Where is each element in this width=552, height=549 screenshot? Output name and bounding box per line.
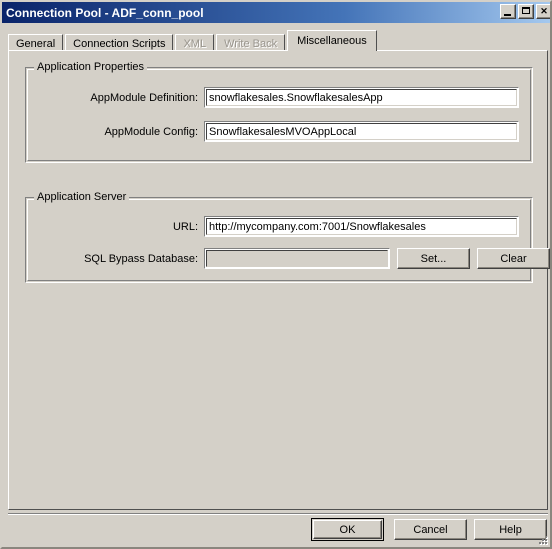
application-properties-group: Application Properties AppModule Definit… [25, 61, 533, 163]
appmodule-config-label: AppModule Config: [104, 126, 198, 138]
ok-button-label: OK [339, 523, 356, 536]
sql-bypass-database-label: SQL Bypass Database: [84, 253, 198, 265]
application-properties-title: Application Properties [34, 61, 148, 73]
maximize-button[interactable] [518, 4, 534, 19]
clear-button-label: Clear [500, 252, 527, 265]
set-button[interactable]: Set... [397, 248, 470, 269]
close-icon: ✕ [540, 6, 548, 16]
cancel-button-label: Cancel [413, 523, 448, 536]
sql-bypass-database-input [204, 248, 390, 269]
url-value: http://mycompany.com:7001/Snowflakesales [206, 218, 517, 235]
appmodule-config-value: SnowflakesalesMVOAppLocal [206, 123, 517, 140]
clear-button[interactable]: Clear [477, 248, 550, 269]
appmodule-definition-value: snowflakesales.SnowflakesalesApp [206, 89, 517, 106]
tab-miscellaneous[interactable]: Miscellaneous [287, 30, 377, 51]
url-label: URL: [172, 221, 198, 233]
application-server-group: Application Server URL: http://mycompany… [25, 191, 550, 283]
maximize-icon [522, 7, 530, 14]
window-controls: ✕ [500, 4, 550, 19]
minimize-icon [504, 14, 511, 16]
footer-separator [8, 513, 548, 515]
tab-strip: General Connection Scripts XML Write Bac… [8, 30, 379, 52]
appmodule-config-input[interactable]: SnowflakesalesMVOAppLocal [204, 121, 519, 142]
sql-bypass-database-value [206, 250, 388, 267]
close-button[interactable]: ✕ [536, 4, 550, 19]
window-title: Connection Pool - ADF_conn_pool [6, 5, 204, 20]
minimize-button[interactable] [500, 4, 516, 19]
dialog-window: Connection Pool - ADF_conn_pool ✕ Genera… [0, 0, 552, 549]
help-button-label: Help [499, 523, 522, 536]
tab-content-panel: Application Properties AppModule Definit… [8, 50, 550, 510]
ok-button[interactable]: OK [311, 518, 384, 541]
title-bar[interactable]: Connection Pool - ADF_conn_pool ✕ [2, 2, 550, 23]
appmodule-definition-input[interactable]: snowflakesales.SnowflakesalesApp [204, 87, 519, 108]
resize-grip[interactable] [535, 532, 549, 546]
set-button-label: Set... [420, 252, 447, 265]
application-server-title: Application Server [34, 191, 130, 203]
url-input[interactable]: http://mycompany.com:7001/Snowflakesales [204, 216, 519, 237]
appmodule-definition-label: AppModule Definition: [90, 92, 198, 104]
cancel-button[interactable]: Cancel [394, 519, 467, 540]
